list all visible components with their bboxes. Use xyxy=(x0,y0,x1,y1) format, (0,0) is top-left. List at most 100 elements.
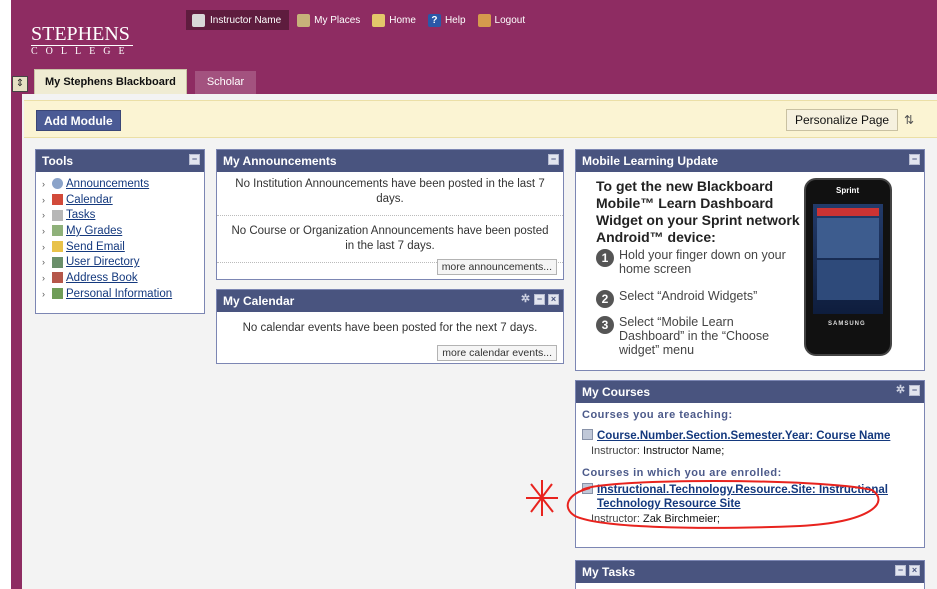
teaching-label: Courses you are teaching: xyxy=(582,409,733,421)
my-places-link[interactable]: My Places xyxy=(297,13,360,27)
user-directory-icon xyxy=(52,256,63,268)
course-icon xyxy=(582,483,593,494)
gear-icon[interactable]: ✲ xyxy=(520,294,531,305)
minimize-icon[interactable]: − xyxy=(548,154,559,165)
tasks-link[interactable]: Tasks xyxy=(66,209,95,221)
tab-scholar[interactable]: Scholar xyxy=(194,71,257,94)
logout-link[interactable]: Logout xyxy=(477,13,526,27)
personalize-page-button[interactable]: Personalize Page xyxy=(786,109,899,131)
reorder-icon[interactable]: ⇅ xyxy=(904,113,914,127)
tasks-module: My Tasks − × xyxy=(575,560,925,589)
minimize-icon[interactable]: − xyxy=(909,385,920,396)
courses-module: My Courses ✲ − Courses you are teaching: … xyxy=(575,380,925,548)
mobile-step-3: 3 Select “Mobile Learn Dashboard” in the… xyxy=(596,315,796,357)
instructor-name: Instructor Name xyxy=(210,14,282,26)
help-link[interactable]: ? Help xyxy=(427,13,466,27)
divider xyxy=(217,215,563,216)
my-grades-link[interactable]: My Grades xyxy=(66,225,122,237)
tool-user-directory: › User Directory xyxy=(42,256,140,269)
institution-announcements-message: No Institution Announcements have been p… xyxy=(235,178,545,205)
page-toolbar: Add Module Personalize Page ⇅ xyxy=(24,100,937,138)
enrolled-instructor: Instructor: Zak Birchmeier; xyxy=(576,511,924,525)
tools-module: Tools − › Announcements › Calendar › Tasks … xyxy=(35,149,205,314)
tool-announcements: › Announcements xyxy=(42,177,150,190)
personal-information-link[interactable]: Personal Information xyxy=(66,288,172,300)
tool-send-email: › Send Email xyxy=(42,240,125,253)
announcements-module: My Announcements − No Institution Announ… xyxy=(216,149,564,280)
logo-line2: COLLEGE xyxy=(31,46,133,57)
course-announcements-message: No Course or Organization Announcements … xyxy=(231,225,549,252)
menu-toggle-icon[interactable]: ⇕ xyxy=(12,76,28,92)
tool-personal-information: › Personal Information xyxy=(42,287,173,300)
add-module-button[interactable]: Add Module xyxy=(36,110,121,131)
address-book-icon xyxy=(52,272,63,284)
calendar-icon xyxy=(52,194,63,206)
step-number: 2 xyxy=(596,290,614,308)
courses-header: My Courses ✲ − xyxy=(576,381,924,403)
tool-address-book: › Address Book xyxy=(42,271,138,284)
left-frame-bar xyxy=(11,94,22,589)
phone-screen xyxy=(813,204,883,314)
close-icon[interactable]: × xyxy=(548,294,559,305)
mobile-step-1: 1 Hold your finger down on your home scr… xyxy=(596,248,796,276)
send-email-link[interactable]: Send Email xyxy=(66,241,125,253)
top-navigation: Instructor Name My Places Home ? Help Lo… xyxy=(186,10,537,30)
mobile-ad-body: To get the new Blackboard Mobile™ Learn … xyxy=(576,172,924,372)
calendar-message: No calendar events have been posted for … xyxy=(242,322,538,334)
enrolled-label: Courses in which you are enrolled: xyxy=(582,467,782,479)
gear-icon[interactable]: ✲ xyxy=(895,385,906,396)
courses-title: My Courses xyxy=(582,385,651,399)
android-phone-image: Sprint SAMSUNG xyxy=(804,178,892,356)
instructor-menu[interactable]: Instructor Name xyxy=(186,10,290,30)
announcements-header: My Announcements − xyxy=(217,150,563,172)
close-icon[interactable]: × xyxy=(909,565,920,576)
mobile-learning-header: Mobile Learning Update − xyxy=(576,150,924,172)
calendar-link[interactable]: Calendar xyxy=(66,194,113,206)
enrolled-course-row: Instructional.Technology.Resource.Site: … xyxy=(576,479,924,511)
step-number: 3 xyxy=(596,316,614,334)
home-link[interactable]: Home xyxy=(372,13,416,27)
help-icon: ? xyxy=(427,13,441,27)
instructor-label: Instructor: xyxy=(591,445,640,457)
logo-line1: STEPHENS xyxy=(31,23,130,45)
mobile-ad-heading: To get the new Blackboard Mobile™ Learn … xyxy=(596,178,800,245)
more-announcements-button[interactable]: more announcements... xyxy=(436,259,557,275)
my-places-icon xyxy=(297,13,311,27)
more-calendar-events-button[interactable]: more calendar events... xyxy=(437,345,557,361)
announcements-title: My Announcements xyxy=(223,154,337,168)
home-label: Home xyxy=(389,14,416,26)
mobile-learning-title: Mobile Learning Update xyxy=(582,154,719,168)
logout-icon xyxy=(477,13,491,27)
help-label: Help xyxy=(444,14,466,26)
mobile-learning-module: Mobile Learning Update − To get the new … xyxy=(575,149,925,371)
minimize-icon[interactable]: − xyxy=(895,565,906,576)
tasks-header: My Tasks − × xyxy=(576,561,924,583)
minimize-icon[interactable]: − xyxy=(189,154,200,165)
instructor-value: Instructor Name; xyxy=(642,445,725,457)
enrolled-course-link[interactable]: Instructional.Technology.Resource.Site: … xyxy=(597,483,924,511)
mobile-step-2: 2 Select “Android Widgets” xyxy=(596,289,801,308)
tools-list: › Announcements › Calendar › Tasks › My Grad… xyxy=(36,172,204,302)
minimize-icon[interactable]: − xyxy=(534,294,545,305)
tasks-icon xyxy=(52,209,63,221)
step-text: Hold your finger down on your home scree… xyxy=(619,248,786,276)
minimize-icon[interactable]: − xyxy=(909,154,920,165)
tool-my-grades: › My Grades xyxy=(42,224,123,237)
step-text: Select “Android Widgets” xyxy=(619,289,758,303)
email-icon xyxy=(52,241,63,253)
calendar-header: My Calendar ✲ − × xyxy=(217,290,563,312)
teaching-course-link[interactable]: Course.Number.Section.Semester.Year: Cou… xyxy=(597,429,890,443)
phone-maker: SAMSUNG xyxy=(828,321,866,327)
logout-label: Logout xyxy=(494,14,526,26)
tab-my-stephens-blackboard[interactable]: My Stephens Blackboard xyxy=(34,69,187,94)
teaching-instructor: Instructor: Instructor Name; xyxy=(576,443,924,457)
instructor-label: Instructor: xyxy=(591,513,640,525)
course-icon xyxy=(582,429,593,440)
user-icon xyxy=(192,13,205,27)
address-book-link[interactable]: Address Book xyxy=(66,272,138,284)
user-directory-link[interactable]: User Directory xyxy=(66,256,139,268)
announcements-icon xyxy=(52,178,63,190)
college-logo[interactable]: STEPHENS COLLEGE xyxy=(31,24,133,58)
personal-info-icon xyxy=(52,288,63,300)
announcements-link[interactable]: Announcements xyxy=(66,178,149,190)
